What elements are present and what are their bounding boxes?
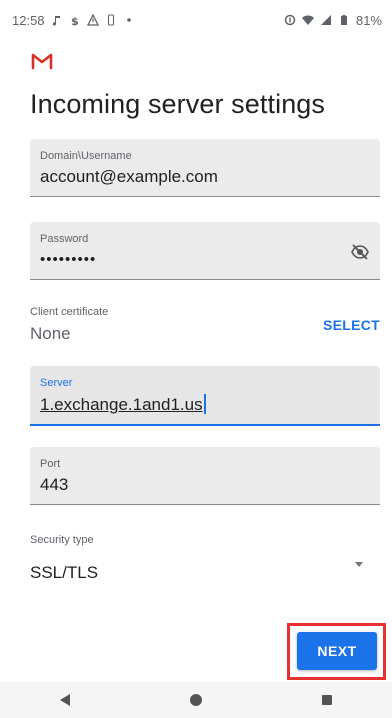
back-icon — [60, 694, 71, 706]
port-field[interactable]: Port 443 — [30, 447, 380, 505]
battery-percentage: 81% — [355, 12, 382, 28]
navigation-bar — [0, 682, 392, 718]
warning-icon — [86, 14, 99, 26]
select-certificate-button[interactable]: SELECT — [323, 317, 380, 333]
wifi-icon — [301, 14, 314, 26]
username-field[interactable]: Domain\Username account@example.com — [30, 139, 380, 197]
svg-text:$: $ — [71, 15, 79, 26]
port-value: 443 — [40, 475, 69, 494]
username-label: Domain\Username — [40, 150, 132, 162]
security-type-label: Security type — [30, 534, 94, 546]
nav-home-button[interactable] — [181, 685, 211, 715]
server-field[interactable]: Server 1.exchange.1and1.us — [30, 366, 380, 426]
status-left: 12:58 $ — [12, 13, 135, 28]
nav-back-button[interactable] — [50, 685, 80, 715]
status-time: 12:58 — [12, 12, 45, 28]
port-label: Port — [40, 458, 61, 470]
page-title: Incoming server settings — [30, 89, 326, 119]
security-type-underline — [30, 596, 380, 597]
text-cursor — [203, 394, 206, 414]
password-value: ••••••••• — [40, 251, 97, 268]
visibility-off-icon[interactable] — [350, 242, 370, 262]
username-value: account@example.com — [40, 167, 218, 186]
dot-icon — [123, 14, 135, 26]
status-right: 81% — [284, 13, 382, 28]
password-field[interactable]: Password ••••••••• — [30, 222, 380, 280]
money-icon: $ — [69, 14, 81, 26]
gmail-logo — [31, 53, 53, 70]
signal-icon — [320, 14, 332, 26]
status-bar: 12:58 $ 81% — [0, 0, 392, 40]
battery-icon — [338, 14, 350, 26]
certificate-value: None — [30, 324, 71, 343]
nav-recents-button[interactable] — [312, 685, 342, 715]
music-icon — [51, 14, 63, 26]
data-saver-icon — [284, 14, 296, 26]
server-value-text: 1.exchange.1and1.us — [40, 395, 203, 414]
server-value: 1.exchange.1and1.us — [40, 394, 206, 415]
home-icon — [189, 694, 202, 706]
phone-icon — [105, 14, 117, 26]
certificate-label: Client certificate — [30, 306, 109, 318]
password-label: Password — [40, 233, 89, 245]
recents-icon — [321, 695, 332, 705]
security-type-value[interactable]: SSL/TLS — [30, 563, 98, 583]
dropdown-arrow-icon[interactable] — [355, 562, 363, 567]
server-label: Server — [40, 377, 73, 389]
next-button[interactable]: NEXT — [297, 632, 377, 670]
